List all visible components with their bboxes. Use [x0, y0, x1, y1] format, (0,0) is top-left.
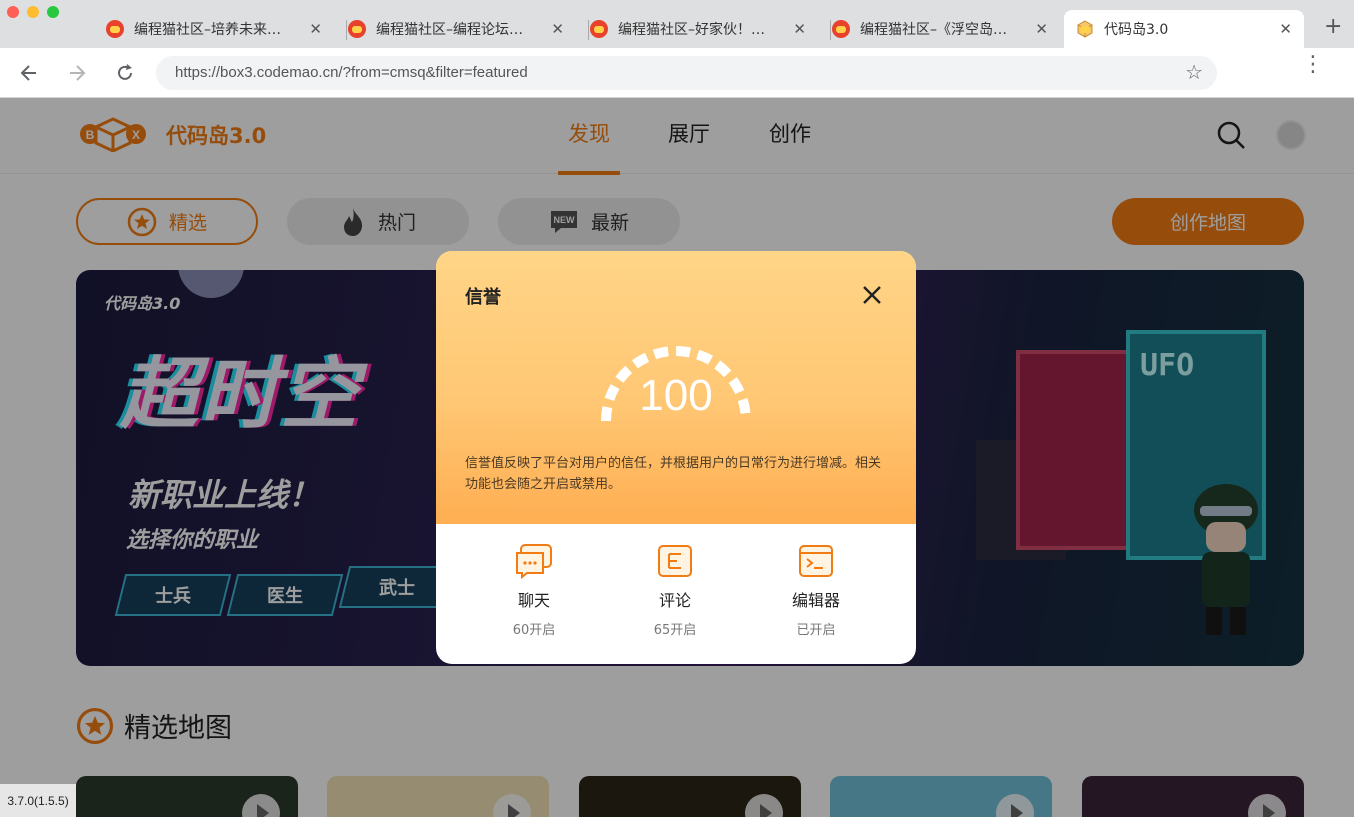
codemao-favicon-icon — [106, 20, 124, 38]
close-tab-icon[interactable]: ✕ — [309, 20, 322, 38]
editor-icon — [797, 543, 835, 579]
permission-status: 已开启 — [796, 623, 836, 638]
url-text[interactable]: https://box3.codemao.cn/?from=cmsq&filte… — [175, 64, 528, 81]
close-tab-icon[interactable]: ✕ — [1035, 20, 1048, 38]
browser-tab-active[interactable]: 代码岛3.0 ✕ — [1064, 10, 1304, 48]
arrow-left-icon — [20, 65, 36, 81]
modal-title: 信誉 — [465, 287, 501, 308]
bookmark-star-icon[interactable]: ☆ — [1185, 60, 1203, 84]
codemao-favicon-icon — [590, 20, 608, 38]
tab-title: 编程猫社区–编程论坛… — [376, 22, 523, 38]
close-window-button[interactable] — [7, 6, 19, 18]
browser-tab[interactable]: 编程猫社区–《浮空岛… ✕ — [830, 10, 1060, 48]
forward-button[interactable] — [62, 58, 92, 88]
credit-score: 100 — [639, 371, 713, 420]
minimize-window-button[interactable] — [27, 6, 39, 18]
tab-title: 代码岛3.0 — [1104, 22, 1169, 38]
permission-editor: 编辑器 已开启 — [756, 543, 876, 638]
chat-icon — [515, 543, 553, 580]
box3-favicon-icon — [1076, 20, 1094, 38]
browser-tab-bar: 编程猫社区–培养未来… ✕ 编程猫社区–编程论坛… ✕ 编程猫社区–好家伙！… … — [0, 0, 1354, 48]
permission-status: 60开启 — [512, 623, 556, 638]
browser-tab[interactable]: 编程猫社区–编程论坛… ✕ — [346, 10, 576, 48]
browser-toolbar: https://box3.codemao.cn/?from=cmsq&filte… — [0, 48, 1354, 98]
permission-label: 评论 — [658, 591, 691, 610]
close-tab-icon[interactable]: ✕ — [793, 20, 806, 38]
credit-modal: 信誉 100 信誉值反映了平台对用户的信任，并根据用户的日常行为进行增减。相关功… — [436, 251, 916, 664]
permission-label: 编辑器 — [791, 591, 840, 610]
new-tab-button[interactable]: + — [1324, 14, 1342, 39]
browser-tab[interactable]: 编程猫社区–好家伙！… ✕ — [588, 10, 818, 48]
address-bar[interactable]: https://box3.codemao.cn/?from=cmsq&filte… — [156, 56, 1217, 90]
browser-menu-icon[interactable]: ⋮ — [1302, 54, 1324, 76]
reload-button[interactable] — [110, 58, 140, 88]
codemao-favicon-icon — [832, 20, 850, 38]
tab-title: 编程猫社区–培养未来… — [134, 22, 281, 38]
close-tab-icon[interactable]: ✕ — [1279, 20, 1292, 38]
permission-chat: 聊天 60开启 — [474, 543, 594, 638]
permission-status: 65开启 — [653, 623, 697, 638]
codemao-favicon-icon — [348, 20, 366, 38]
close-tab-icon[interactable]: ✕ — [551, 20, 564, 38]
permission-comment: 评论 65开启 — [615, 543, 735, 638]
back-button[interactable] — [14, 58, 44, 88]
comment-icon — [656, 543, 694, 579]
maximize-window-button[interactable] — [47, 6, 59, 18]
reload-icon — [118, 64, 132, 80]
modal-description: 信誉值反映了平台对用户的信任，并根据用户的日常行为进行增减。相关功能也会随之开启… — [465, 456, 882, 492]
tab-title: 编程猫社区–好家伙！… — [618, 22, 765, 38]
close-icon[interactable] — [860, 283, 884, 307]
arrow-right-icon — [70, 65, 86, 81]
browser-tab[interactable]: 编程猫社区–培养未来… ✕ — [106, 10, 334, 48]
permission-label: 聊天 — [517, 591, 550, 610]
tab-title: 编程猫社区–《浮空岛… — [860, 22, 1007, 38]
version-label: 3.7.0(1.5.5) — [0, 784, 76, 817]
